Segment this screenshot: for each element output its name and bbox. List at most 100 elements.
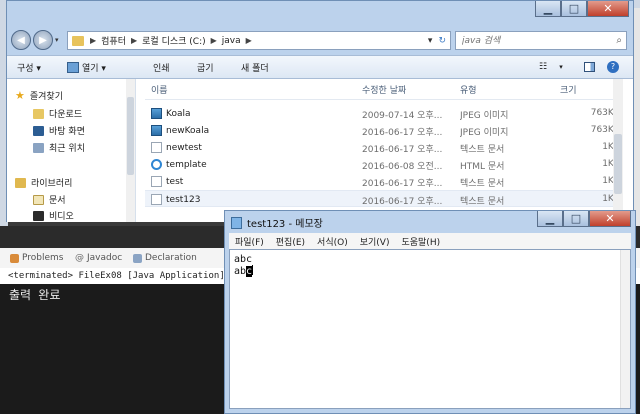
view-dropdown-icon[interactable]: ▾: [553, 60, 569, 74]
table-row[interactable]: test123 2016-06-17 오후... 텍스트 문서 1KB: [145, 190, 623, 207]
forward-button[interactable]: ▶: [33, 30, 53, 50]
tab-problems[interactable]: Problems: [10, 251, 63, 265]
notepad-maximize-button[interactable]: □: [563, 211, 589, 227]
history-dropdown-icon[interactable]: ▾: [55, 36, 59, 44]
desktop-icon: [33, 125, 44, 136]
libraries-icon: [15, 177, 26, 188]
file-name: template: [166, 159, 207, 170]
problems-icon: [10, 253, 19, 263]
address-bar-actions: ▾ ↻: [428, 36, 450, 46]
notepad-text-area[interactable]: abc abc: [229, 249, 631, 409]
notepad-scrollbar[interactable]: [620, 250, 630, 408]
nav-downloads[interactable]: 다운로드: [33, 107, 82, 120]
star-icon: ★: [15, 89, 25, 102]
image-icon: [151, 108, 162, 119]
menu-edit[interactable]: 편집(E): [270, 235, 311, 248]
organize-button[interactable]: 구성 ▾: [17, 61, 41, 74]
nav-recent[interactable]: 최근 위치: [33, 141, 85, 154]
nav-documents[interactable]: 문서: [33, 193, 66, 206]
text-line: abc: [234, 254, 253, 265]
nav-recent-label: 최근 위치: [49, 144, 85, 154]
nav-desktop-label: 바탕 화면: [49, 127, 85, 137]
file-type: 텍스트 문서: [460, 197, 505, 207]
address-bar[interactable]: ▶ 컴퓨터 ▶ 로컬 디스크 (C:) ▶ java ▶ ▾ ↻: [67, 31, 451, 50]
tab-declaration[interactable]: Declaration: [133, 251, 197, 265]
file-name: test: [166, 176, 184, 187]
notepad-window: test123 - 메모장 ▁ □ ✕ 파일(F) 편집(E) 서식(O) 보기…: [224, 210, 636, 414]
file-date: 2016-06-17 오후...: [362, 197, 443, 207]
breadcrumb-separator-icon[interactable]: ▶: [244, 36, 254, 45]
help-icon[interactable]: ?: [605, 60, 621, 74]
column-header-type[interactable]: 유형: [460, 79, 477, 99]
menu-format[interactable]: 서식(O): [311, 235, 354, 248]
file-date: 2016-06-17 오후...: [362, 145, 443, 155]
nav-scrollbar[interactable]: [126, 79, 135, 222]
table-row[interactable]: Koala 2009-07-14 오후... JPEG 이미지 763KB: [145, 105, 623, 122]
file-type: 텍스트 문서: [460, 145, 505, 155]
notepad-titlebar: test123 - 메모장: [231, 215, 323, 230]
nav-videos[interactable]: 비디오: [33, 209, 74, 222]
file-list-scrollbar[interactable]: [613, 79, 623, 222]
menu-view[interactable]: 보기(V): [354, 235, 396, 248]
nav-desktop[interactable]: 바탕 화면: [33, 124, 85, 137]
print-button[interactable]: 인쇄: [153, 61, 170, 74]
back-button[interactable]: ◀: [11, 30, 31, 50]
maximize-button[interactable]: □: [561, 1, 587, 17]
preview-pane-icon[interactable]: [581, 60, 597, 74]
file-list: 이름 수정한 날짜 유형 크기 Koala 2009-07-14 오후... J…: [145, 79, 623, 222]
explorer-window-controls: ▁ □ ✕: [535, 1, 629, 17]
notepad-title: test123 - 메모장: [247, 219, 323, 230]
explorer-window: ▁ □ ✕ ◀ ▶ ▾ ▶ 컴퓨터 ▶ 로컬 디스크 (C:) ▶ java ▶…: [6, 0, 634, 222]
search-box[interactable]: ⌕: [455, 31, 627, 50]
breadcrumb-separator-icon[interactable]: ▶: [209, 36, 219, 45]
burn-button[interactable]: 굽기: [197, 61, 214, 74]
tab-problems-label: Problems: [22, 253, 64, 263]
open-button[interactable]: 열기 ▾: [67, 61, 106, 74]
file-date: 2016-06-08 오전...: [362, 162, 443, 172]
breadcrumb-separator-icon[interactable]: ▶: [129, 36, 139, 45]
breadcrumb-local-disk[interactable]: 로컬 디스크 (C:): [139, 34, 208, 47]
folder-icon: [72, 35, 84, 46]
table-row[interactable]: test 2016-06-17 오후... 텍스트 문서 1KB: [145, 173, 623, 190]
table-row[interactable]: newtest 2016-06-17 오후... 텍스트 문서 1KB: [145, 139, 623, 156]
nav-favorites-label: 즐겨찾기: [29, 92, 63, 102]
notepad-menubar: 파일(F) 편집(E) 서식(O) 보기(V) 도움말(H): [229, 233, 631, 249]
search-icon[interactable]: ⌕: [616, 35, 622, 46]
view-options-icon[interactable]: ☷: [535, 60, 551, 74]
column-header-size[interactable]: 크기: [560, 79, 577, 99]
new-folder-button[interactable]: 새 폴더: [241, 61, 269, 74]
notepad-icon: [231, 216, 242, 229]
file-type: 텍스트 문서: [460, 179, 505, 189]
menu-help[interactable]: 도움말(H): [395, 235, 446, 248]
address-row: ◀ ▶ ▾ ▶ 컴퓨터 ▶ 로컬 디스크 (C:) ▶ java ▶ ▾ ↻ ⌕: [7, 27, 633, 53]
column-header-date[interactable]: 수정한 날짜: [362, 79, 406, 99]
search-input[interactable]: [456, 34, 604, 47]
documents-icon: [33, 194, 44, 205]
breadcrumb-separator-icon[interactable]: ▶: [88, 36, 98, 45]
notepad-close-button[interactable]: ✕: [589, 211, 631, 227]
notepad-minimize-button[interactable]: ▁: [537, 211, 563, 227]
breadcrumb-computer[interactable]: 컴퓨터: [98, 34, 129, 47]
nav-libraries[interactable]: 라이브러리: [15, 176, 72, 189]
table-row[interactable]: newKoala 2016-06-17 오후... JPEG 이미지 763KB: [145, 122, 623, 139]
header-divider: [145, 99, 623, 100]
text-before-selection: ab: [234, 266, 247, 277]
nav-videos-label: 비디오: [49, 212, 74, 222]
address-dropdown-icon[interactable]: ▾: [428, 36, 433, 46]
image-icon: [151, 125, 162, 136]
file-list-scrollbar-thumb[interactable]: [614, 134, 622, 194]
javadoc-icon: @: [75, 253, 84, 263]
refresh-icon[interactable]: ↻: [438, 36, 446, 46]
menu-file[interactable]: 파일(F): [229, 235, 270, 248]
breadcrumb-java[interactable]: java: [219, 36, 244, 46]
nav-favorites[interactable]: ★ 즐겨찾기: [15, 89, 63, 102]
text-file-icon: [151, 176, 162, 187]
file-name-cell: newtest: [151, 142, 349, 153]
nav-scrollbar-thumb[interactable]: [127, 97, 134, 175]
tab-javadoc[interactable]: @ Javadoc: [75, 251, 122, 265]
table-row[interactable]: template 2016-06-08 오전... HTML 문서 1KB: [145, 156, 623, 173]
minimize-button[interactable]: ▁: [535, 1, 561, 17]
file-name-cell: test123: [151, 194, 349, 205]
close-button[interactable]: ✕: [587, 1, 629, 17]
column-header-name[interactable]: 이름: [151, 79, 168, 99]
